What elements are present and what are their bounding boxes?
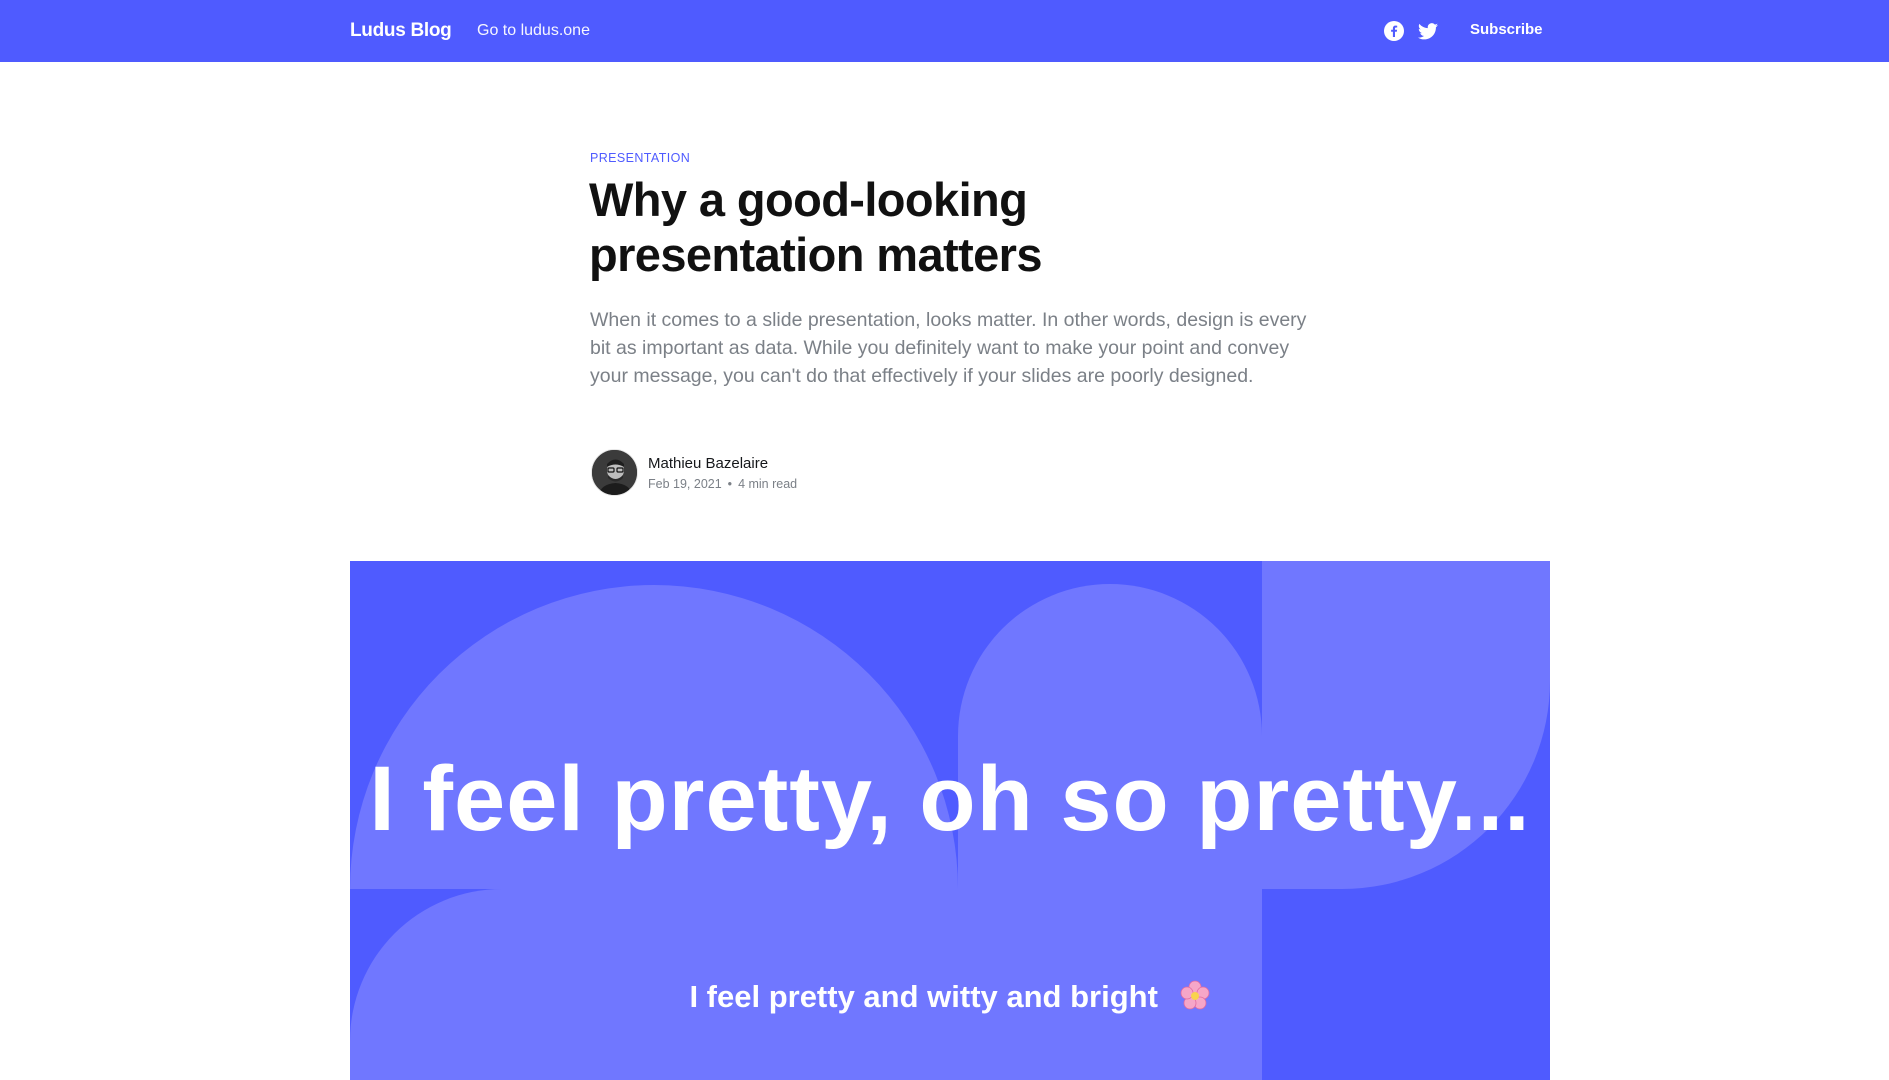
author-avatar[interactable] bbox=[591, 449, 638, 496]
article-excerpt: When it comes to a slide presentation, l… bbox=[590, 309, 1307, 387]
feature-subline: I feel pretty and witty and bright bbox=[689, 979, 1158, 1015]
meta-separator: • bbox=[727, 476, 733, 491]
feature-headline: I feel pretty, oh so pretty... bbox=[369, 748, 1531, 850]
author-name-link[interactable]: Mathieu Bazelaire bbox=[648, 455, 797, 472]
author-byline: Mathieu Bazelaire Feb 19, 2021 • 4 min r… bbox=[591, 449, 797, 496]
feature-image: I feel pretty, oh so pretty... I feel pr… bbox=[350, 561, 1550, 1080]
social-links bbox=[1383, 20, 1439, 42]
post-date: Feb 19, 2021 bbox=[648, 476, 722, 491]
facebook-icon[interactable] bbox=[1383, 20, 1405, 42]
author-meta: Mathieu Bazelaire Feb 19, 2021 • 4 min r… bbox=[648, 455, 797, 491]
twitter-icon[interactable] bbox=[1417, 20, 1439, 42]
article-title: Why a good-looking presentation matters bbox=[589, 173, 1043, 281]
post-meta: Feb 19, 2021 • 4 min read bbox=[648, 477, 797, 491]
feature-subline-row: I feel pretty and witty and bright bbox=[350, 979, 1550, 1019]
subscribe-button[interactable]: Subscribe bbox=[1470, 21, 1543, 38]
primary-tag-link[interactable]: PRESENTATION bbox=[590, 151, 690, 165]
cherry-blossom-icon bbox=[1179, 979, 1211, 1019]
brand-logo-link[interactable]: Ludus Blog bbox=[350, 20, 452, 42]
reading-time: 4 min read bbox=[738, 476, 798, 491]
site-header: Ludus Blog Go to ludus.one Subscribe bbox=[0, 0, 1889, 62]
nav-link-ludus[interactable]: Go to ludus.one bbox=[477, 22, 590, 40]
